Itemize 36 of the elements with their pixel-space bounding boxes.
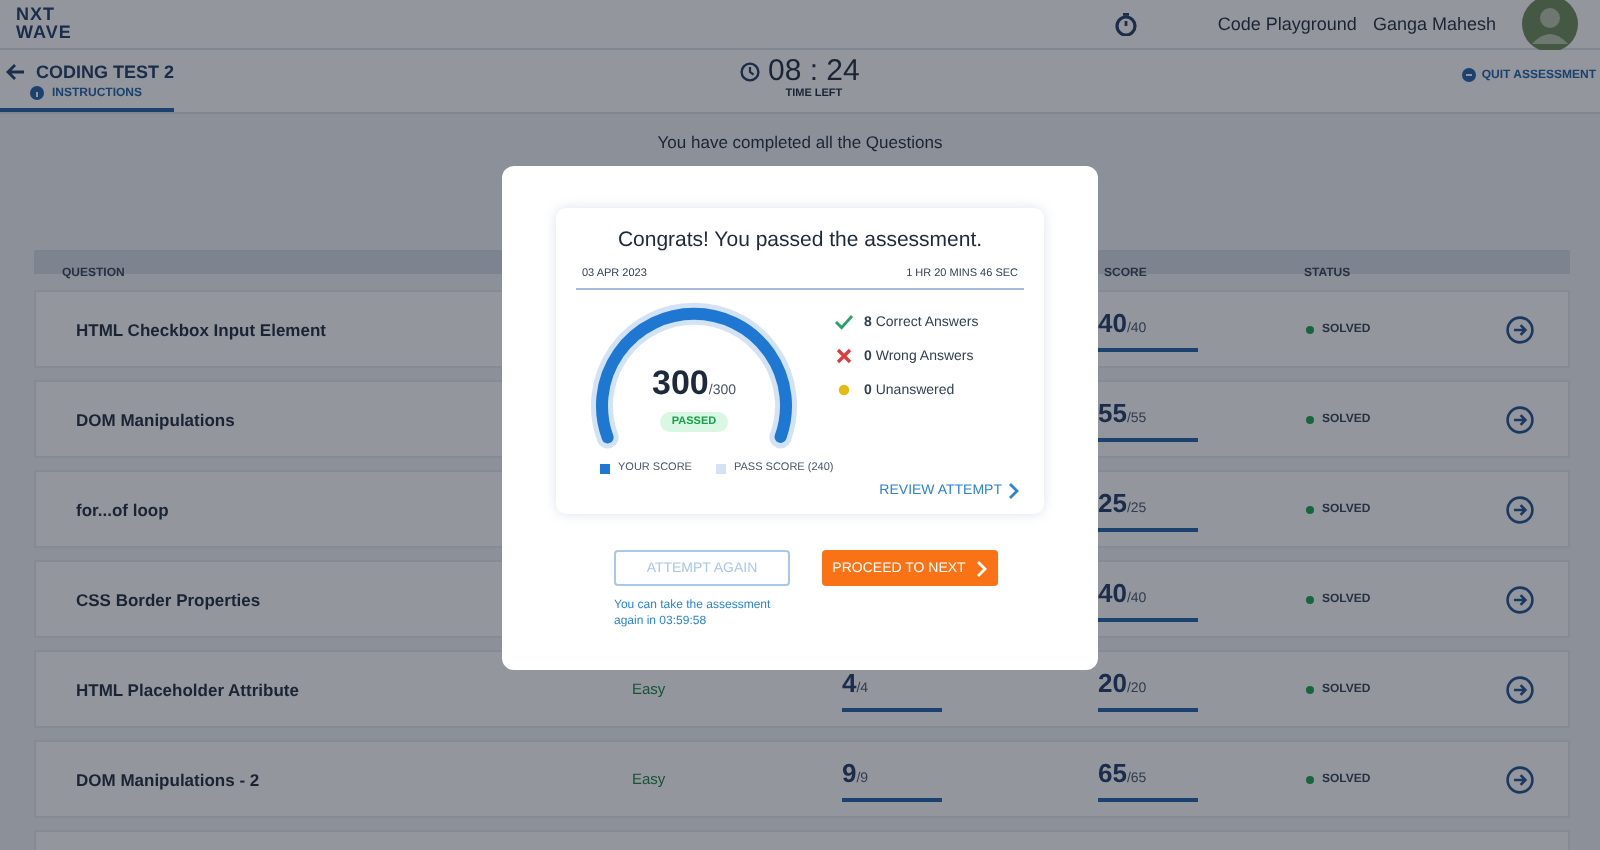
status-dot <box>1306 505 1314 513</box>
arrow-right-icon[interactable] <box>1506 585 1534 613</box>
arrow-right-icon[interactable] <box>1506 765 1534 793</box>
status-dot <box>1306 595 1314 603</box>
question-title: CSS Border Properties <box>76 589 261 609</box>
info-icon <box>1461 68 1476 82</box>
result-title: Congrats! You passed the assessment. <box>615 228 985 252</box>
status-dot <box>1306 775 1314 783</box>
status-dot <box>1306 685 1314 693</box>
chevron-right-icon <box>1008 482 1020 500</box>
info-icon <box>30 86 44 100</box>
arrow-right-icon[interactable] <box>1506 495 1534 523</box>
question-title: HTML Checkbox Input Element <box>76 319 326 339</box>
chevron-right-icon <box>975 559 988 577</box>
question-title: for...of loop <box>76 499 169 519</box>
logo: NXT WAVE <box>16 6 72 42</box>
check-icon <box>834 312 854 332</box>
arrow-right-icon[interactable] <box>1506 315 1534 343</box>
status-dot <box>1306 415 1314 423</box>
avatar-icon[interactable] <box>1520 0 1580 54</box>
code-playground-link[interactable]: Code Playground <box>1217 14 1357 34</box>
question-title: DOM Manipulations <box>76 409 235 429</box>
dot-icon <box>834 380 854 400</box>
cross-icon <box>834 346 854 366</box>
arrow-right-icon[interactable] <box>1506 405 1534 433</box>
clock-icon <box>740 61 760 81</box>
status-dot <box>1306 325 1314 333</box>
question-title: DOM Manipulations - 2 <box>76 769 260 789</box>
stopwatch-icon[interactable] <box>1113 12 1138 36</box>
completed-message: You have completed all the Questions <box>655 130 945 156</box>
timer: 08 : 24 <box>768 54 860 88</box>
test-title: CODING TEST 2 <box>36 62 175 82</box>
back-arrow-icon[interactable] <box>6 62 26 82</box>
user-name: Ganga Mahesh <box>1372 14 1496 34</box>
arrow-right-icon[interactable] <box>1506 675 1534 703</box>
question-title: HTML Placeholder Attribute <box>76 679 299 699</box>
